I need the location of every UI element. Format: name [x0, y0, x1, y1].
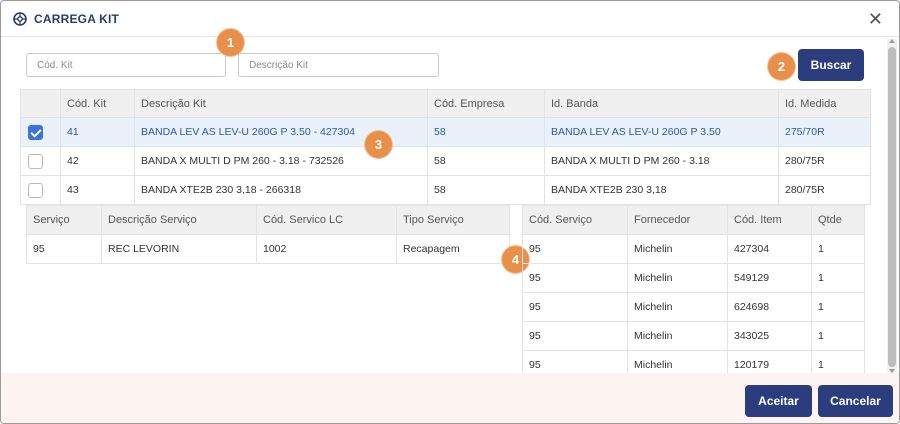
cancelar-button[interactable]: Cancelar	[818, 385, 893, 417]
kits-header-empresa[interactable]: Cód. Empresa	[427, 89, 545, 118]
servico-cod-lc: 1002	[256, 234, 397, 264]
kit-banda: BANDA X MULTI D PM 260 - 3.18	[544, 146, 779, 176]
step-badge-1: 1	[217, 29, 244, 56]
item-codigo: 427304	[727, 234, 812, 264]
itens-header-servico[interactable]: Cód. Serviço	[522, 205, 628, 235]
item-qtde: 1	[811, 292, 865, 322]
item-servico: 95	[522, 292, 628, 322]
item-row[interactable]: 95 Michelin 427304 1	[522, 234, 865, 264]
scroll-up-arrow-icon[interactable]	[889, 39, 895, 43]
item-codigo: 343025	[727, 321, 812, 351]
kit-row[interactable]: 41 BANDA LEV AS LEV-U 260G P 3.50 - 4273…	[20, 117, 871, 147]
item-row[interactable]: 95 Michelin 343025 1	[522, 321, 865, 351]
kit-cod: 41	[60, 117, 135, 147]
servicos-header-descricao[interactable]: Descrição Serviço	[101, 205, 257, 235]
scrollbar-thumb[interactable]	[888, 47, 896, 367]
kits-header-cod[interactable]: Cód. Kit	[60, 89, 135, 118]
servico-tipo: Recapagem	[396, 234, 510, 264]
servico-descricao: REC LEVORIN	[101, 234, 257, 264]
servicos-table: Serviço Descrição Serviço Cód. Servico L…	[26, 205, 510, 264]
kits-header-row: Cód. Kit Descrição Kit Cód. Empresa Id. …	[20, 89, 871, 118]
item-servico: 95	[522, 321, 628, 351]
kit-medida: 280/75R	[778, 146, 871, 176]
kits-header-check	[20, 89, 61, 118]
kit-row[interactable]: 43 BANDA XTE2B 230 3,18 - 266318 58 BAND…	[20, 175, 871, 205]
kits-header-descricao[interactable]: Descrição Kit	[134, 89, 428, 118]
close-icon[interactable]: ✕	[868, 10, 883, 28]
aceitar-button[interactable]: Aceitar	[745, 385, 812, 417]
item-qtde: 1	[811, 263, 865, 293]
item-row[interactable]: 95 Michelin 549129 1	[522, 263, 865, 293]
item-codigo: 624698	[727, 292, 812, 322]
item-fornecedor: Michelin	[627, 292, 728, 322]
step-badge-3: 3	[365, 131, 392, 158]
kit-row[interactable]: 42 BANDA X MULTI D PM 260 - 3.18 - 73252…	[20, 146, 871, 176]
servicos-header-cod-lc[interactable]: Cód. Servico LC	[256, 205, 397, 235]
kits-header-banda[interactable]: Id. Banda	[544, 89, 779, 118]
kit-descricao: BANDA XTE2B 230 3,18 - 266318	[134, 175, 428, 205]
item-qtde: 1	[811, 321, 865, 351]
item-fornecedor: Michelin	[627, 321, 728, 351]
servicos-header-tipo[interactable]: Tipo Serviço	[396, 205, 510, 235]
kit-banda: BANDA LEV AS LEV-U 260G P 3.50	[544, 117, 779, 147]
item-row[interactable]: 95 Michelin 624698 1	[522, 292, 865, 322]
kit-cod: 43	[60, 175, 135, 205]
kit-empresa: 58	[427, 175, 545, 205]
kits-header-medida[interactable]: Id. Medida	[778, 89, 871, 118]
dialog-footer: Aceitar Cancelar	[1, 373, 899, 423]
vertical-scrollbar[interactable]	[887, 39, 897, 373]
kit-checkbox[interactable]	[28, 182, 43, 198]
tire-icon	[13, 12, 27, 26]
item-codigo: 549129	[727, 263, 812, 293]
kit-empresa: 58	[427, 146, 545, 176]
kit-medida: 280/75R	[778, 175, 871, 205]
itens-table: Cód. Serviço Fornecedor Cód. Item Qtde 9…	[522, 205, 865, 380]
kit-checkbox[interactable]	[28, 153, 43, 169]
item-qtde: 1	[811, 234, 865, 264]
dialog-title: CARREGA KIT	[34, 12, 120, 26]
servico-row[interactable]: 95 REC LEVORIN 1002 Recapagem	[26, 234, 510, 264]
itens-header-fornecedor[interactable]: Fornecedor	[627, 205, 728, 235]
step-badge-2: 2	[768, 53, 795, 80]
kit-cod: 42	[60, 146, 135, 176]
itens-header-qtde[interactable]: Qtde	[811, 205, 865, 235]
carrega-kit-dialog: CARREGA KIT ✕ 1 2 Buscar Cód. Kit Descri…	[0, 0, 900, 424]
item-servico: 95	[522, 263, 628, 293]
kit-banda: BANDA XTE2B 230 3,18	[544, 175, 779, 205]
servicos-header-servico[interactable]: Serviço	[26, 205, 102, 235]
buscar-button[interactable]: Buscar	[798, 49, 864, 81]
kit-medida: 275/70R	[778, 117, 871, 147]
kit-empresa: 58	[427, 117, 545, 147]
item-fornecedor: Michelin	[627, 263, 728, 293]
servico-codigo: 95	[26, 234, 102, 264]
servicos-header-row: Serviço Descrição Serviço Cód. Servico L…	[26, 205, 510, 235]
kits-table: Cód. Kit Descrição Kit Cód. Empresa Id. …	[20, 89, 871, 205]
item-fornecedor: Michelin	[627, 234, 728, 264]
item-servico: 95	[522, 234, 628, 264]
itens-header-item[interactable]: Cód. Item	[727, 205, 812, 235]
descricao-kit-input[interactable]	[238, 53, 439, 77]
dialog-titlebar: CARREGA KIT ✕	[1, 1, 899, 37]
cod-kit-input[interactable]	[26, 53, 226, 77]
kit-checkbox[interactable]	[28, 124, 43, 140]
itens-header-row: Cód. Serviço Fornecedor Cód. Item Qtde	[522, 205, 865, 235]
